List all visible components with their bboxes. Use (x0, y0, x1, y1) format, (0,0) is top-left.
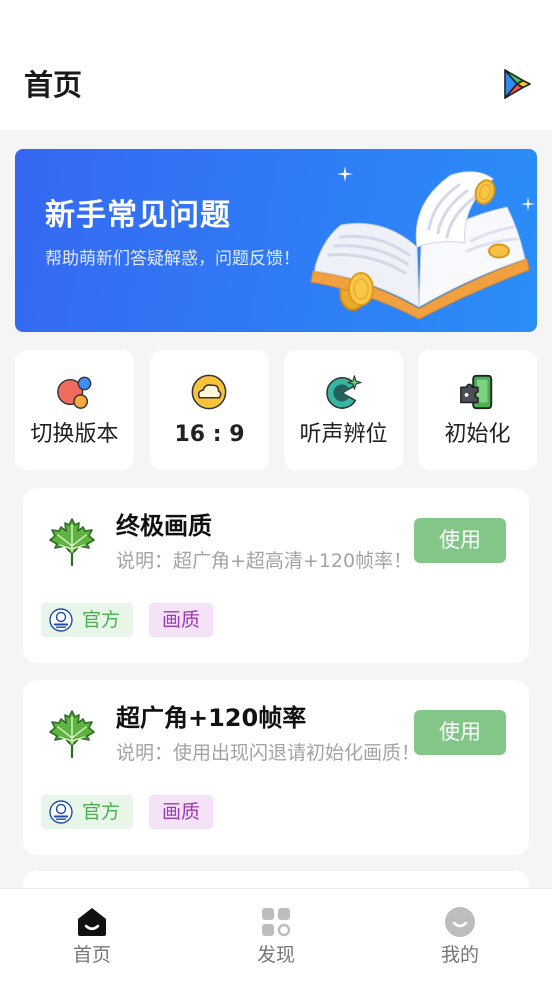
preset-card[interactable]: 超广角+120帧率 说明：使用出现闪退请初始化画质！ 使用 官方 画质 (23, 680, 529, 855)
app-header: 首页 (0, 0, 552, 130)
quick-action-reset[interactable]: 初始化 (418, 350, 537, 470)
preset-description: 说明：超广角+超高清+120帧率！ (116, 550, 413, 572)
quality-tag: 画质 (149, 603, 213, 637)
bottom-nav: 首页 发现 我的 (0, 888, 552, 981)
nav-label: 首页 (72, 944, 111, 966)
nav-item-discover[interactable]: 发现 (216, 889, 336, 981)
coin-icon (348, 272, 374, 306)
preset-card[interactable]: 终极画质 说明：超广角+超高清+120帧率！ 使用 官方 画质 (23, 488, 529, 663)
discover-icon (262, 908, 291, 937)
open-book-icon (310, 171, 530, 319)
quick-action-aspect-ratio[interactable]: 16 : 9 (150, 350, 269, 470)
use-button[interactable]: 使用 (414, 710, 506, 755)
preset-description: 说明：使用出现闪退请初始化画质！ (116, 742, 421, 764)
bubbles-icon (57, 376, 92, 409)
banner-title: 新手常见问题 (45, 198, 231, 233)
official-tag: 官方 (41, 603, 133, 637)
phone-puzzle-icon (460, 374, 493, 410)
coin-icon (488, 243, 510, 259)
quick-action-label: 16 : 9 (174, 422, 245, 447)
quick-action-switch-version[interactable]: 切换版本 (15, 350, 134, 470)
official-logo-icon (49, 800, 73, 824)
use-button[interactable]: 使用 (414, 518, 506, 563)
faq-banner[interactable]: 新手常见问题 帮助萌新们答疑解惑，问题反馈！ (15, 149, 537, 332)
quick-action-sound-locate[interactable]: 听声辨位 (284, 350, 403, 470)
profile-icon (445, 907, 475, 937)
quick-action-label: 初始化 (444, 422, 511, 447)
nav-item-profile[interactable]: 我的 (400, 889, 520, 981)
preset-title: 超广角+120帧率 (116, 704, 307, 732)
maple-leaf-icon (49, 710, 95, 758)
nav-label: 发现 (256, 944, 295, 966)
maple-leaf-icon (49, 518, 95, 566)
quality-tag: 画质 (149, 795, 213, 829)
home-icon (78, 908, 106, 936)
banner-subtitle: 帮助萌新们答疑解惑，问题反馈！ (45, 249, 300, 269)
official-tag-label: 官方 (82, 609, 121, 631)
official-tag: 官方 (41, 795, 133, 829)
quick-action-label: 听声辨位 (299, 422, 388, 447)
page-title: 首页 (24, 68, 83, 102)
nav-item-home[interactable]: 首页 (32, 889, 152, 981)
official-tag-label: 官方 (82, 801, 121, 823)
play-store-icon[interactable] (502, 68, 532, 100)
preset-title: 终极画质 (116, 512, 212, 540)
cloud-icon (191, 374, 227, 410)
nav-label: 我的 (440, 944, 479, 966)
quick-action-label: 切换版本 (30, 422, 119, 447)
sound-locate-icon (326, 375, 362, 409)
official-logo-icon (49, 608, 73, 632)
